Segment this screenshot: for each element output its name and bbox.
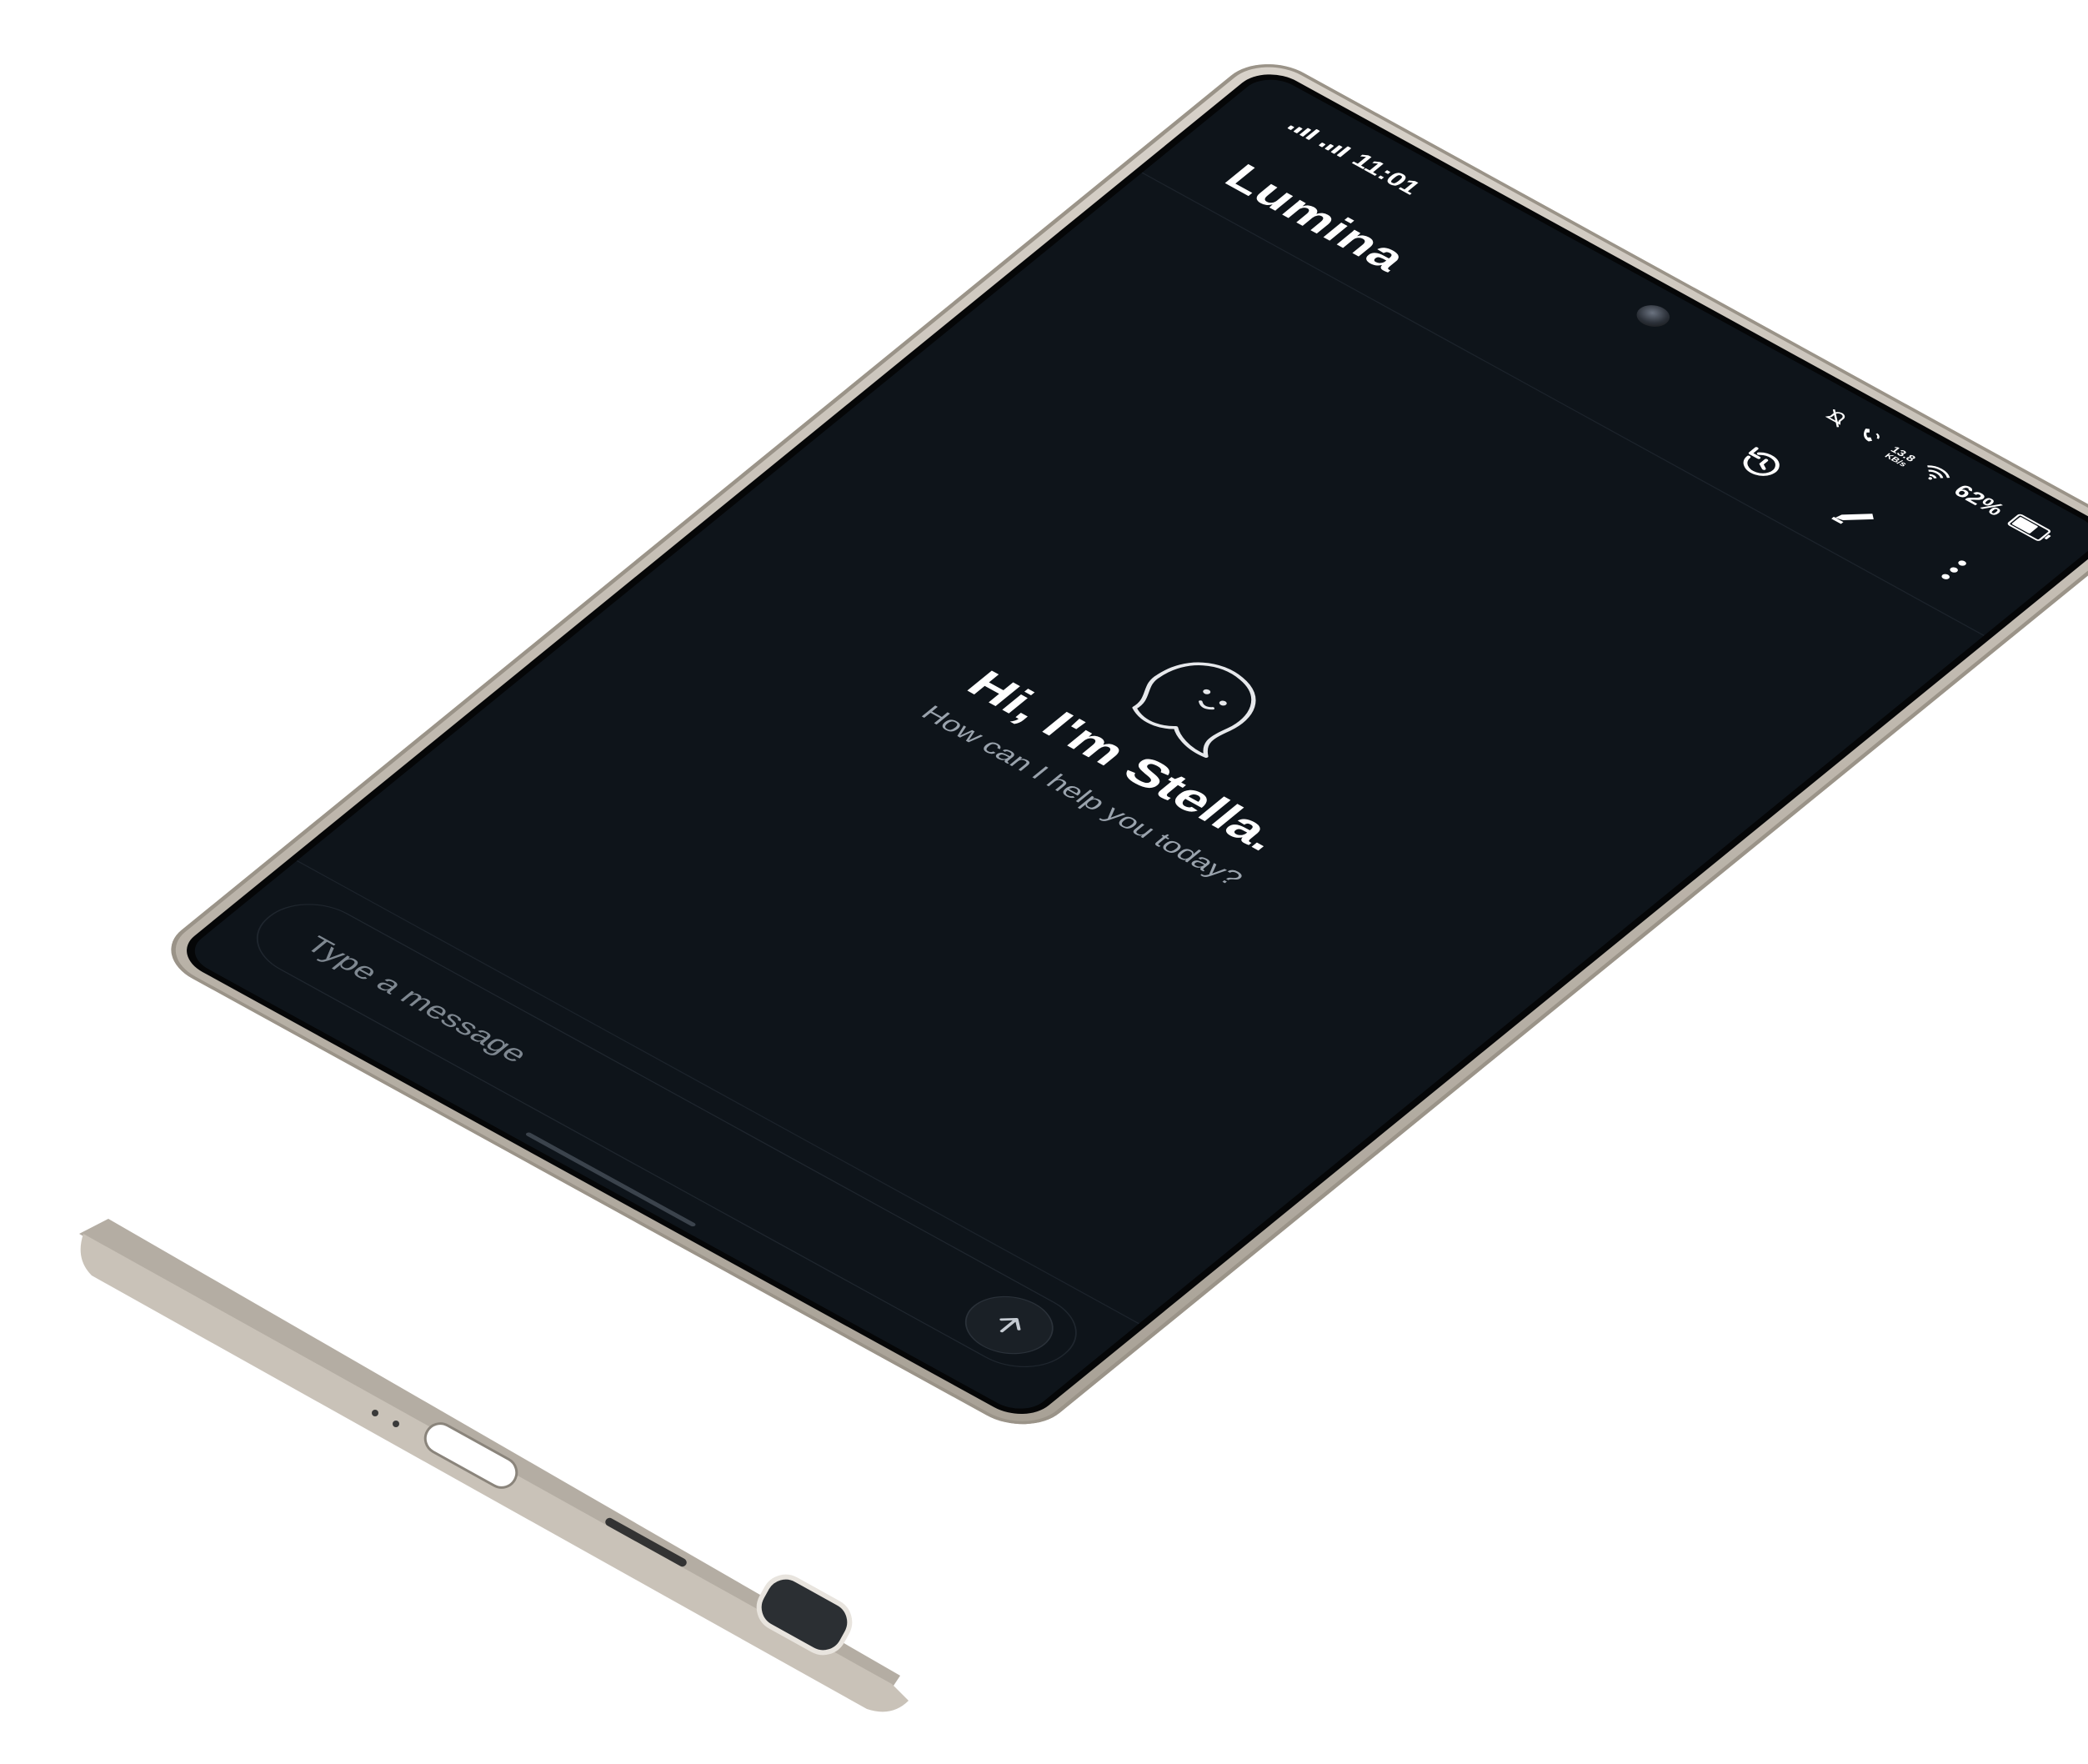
netspeed: 13.8 KB/s [1883,444,1918,469]
edit-icon [1831,514,1874,524]
battery-fill [2011,516,2039,534]
welcome-section: Hi, I'm Stella. How can I help you today… [649,433,1664,1036]
new-chat-button[interactable] [1815,489,1899,544]
front-camera [1630,300,1676,332]
wifi-icon [1914,461,1955,489]
scene: 11:01 13.8 KB/s 62% Lumina Hi, I'm Stell… [0,0,2088,1764]
battery-icon [2006,513,2053,542]
signal-icon [1319,136,1352,158]
welcome-title: Hi, I'm Stella. [956,662,1294,859]
wifi-calling-icon [1846,424,1887,452]
more-vert-icon [1941,560,1966,579]
battery-percent: 62% [1949,480,2010,519]
arrow-up-icon [999,1317,1021,1333]
signal-icon [1287,118,1321,140]
send-button[interactable] [947,1284,1071,1366]
welcome-subtitle: How can I help you today? [914,701,1249,891]
more-options-button[interactable] [1912,542,1995,597]
history-icon [1743,447,1780,476]
history-button[interactable] [1720,436,1803,491]
mute-icon [1814,407,1853,433]
